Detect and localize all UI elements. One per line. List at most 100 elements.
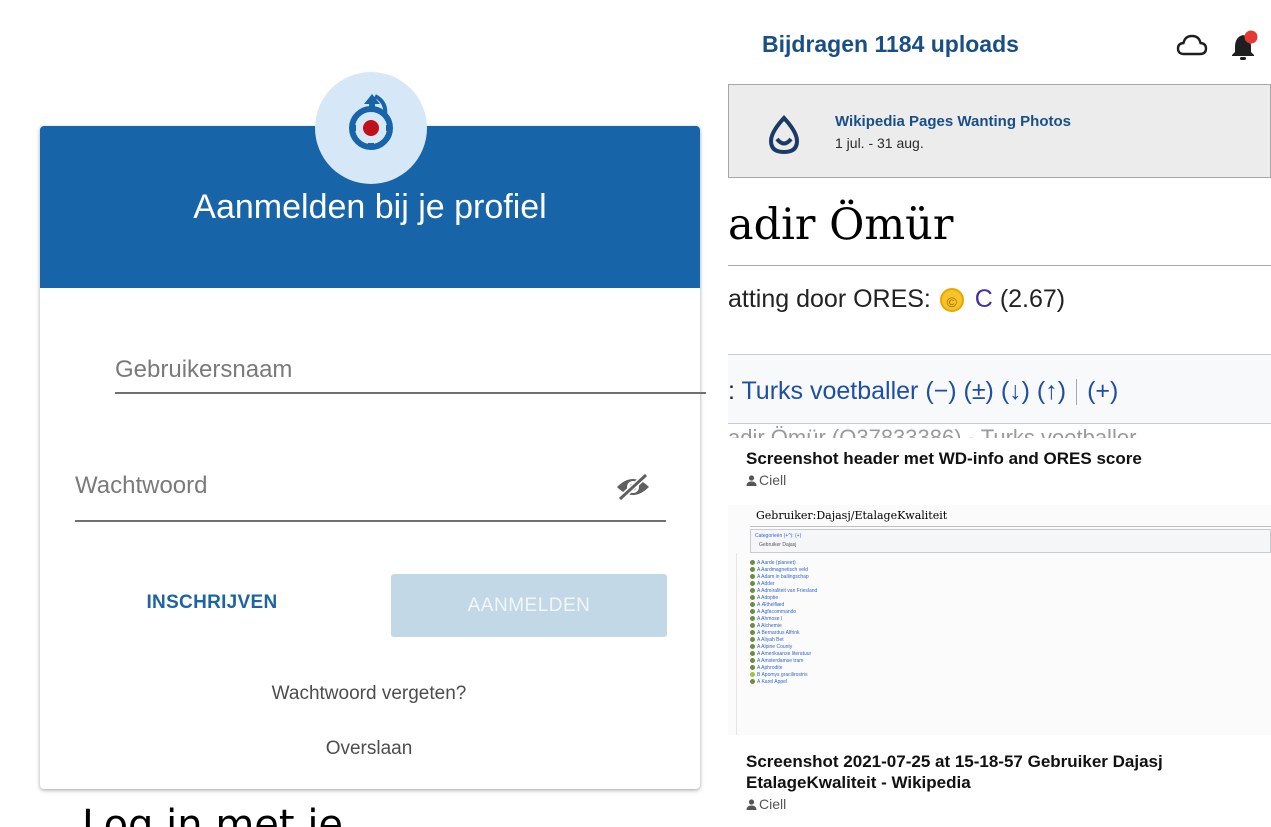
thumb-list-item: A Aliyah Bet xyxy=(750,637,950,644)
thumb-list-item: A Amsterdamse tram xyxy=(750,658,950,665)
campaign-drop-icon xyxy=(767,115,801,160)
star-icon xyxy=(750,658,755,664)
thumb-list-label: A Bernardus Alfrink xyxy=(757,630,800,636)
thumb-list-label: A Adam in ballingschap xyxy=(757,574,809,580)
thumb-list-label: A Karel Appel xyxy=(757,679,788,685)
upload-title-1[interactable]: Screenshot header met WD-info and ORES s… xyxy=(746,448,1246,469)
thumb-list-item: A Karel Appel xyxy=(750,679,950,686)
thumb-list-label: A Aliyah Bet xyxy=(757,637,784,643)
thumb-list-item: A Bernardus Alfrink xyxy=(750,630,950,637)
star-icon xyxy=(750,560,755,566)
star-icon xyxy=(750,651,755,657)
upload-author-name-2: Ciell xyxy=(759,796,787,812)
star-icon xyxy=(750,574,755,580)
category-add: (+) xyxy=(1087,377,1119,405)
thumb-list-label: A Agfacommando xyxy=(757,609,797,615)
thumb-list-item: A Alchemie xyxy=(750,623,950,630)
thumb-list-item: A Aardmagnetisch veld xyxy=(750,567,950,574)
login-with-text: Log in met je xyxy=(82,802,344,827)
star-icon xyxy=(750,609,755,615)
thumb-list-item: A Aarde (planeet) xyxy=(750,560,950,567)
thumb-list-item: A Adam in ballingschap xyxy=(750,574,950,581)
star-icon xyxy=(750,623,755,629)
upload-title-2[interactable]: Screenshot 2021-07-25 at 15-18-57 Gebrui… xyxy=(746,751,1246,793)
campaign-title: Wikipedia Pages Wanting Photos xyxy=(835,113,1072,130)
star-icon xyxy=(750,581,755,587)
thumb-category-box: Categorieën (+^): (+) Gebruiker Dajasj xyxy=(750,529,1271,553)
thumb-list-label: A Admiraliteit van Friesland xyxy=(757,588,818,594)
thumb-list-label: A Amerikaanse literatuur xyxy=(757,651,812,657)
star-icon xyxy=(750,665,755,671)
star-icon xyxy=(750,567,755,573)
cloud-icon[interactable] xyxy=(1176,33,1208,62)
thumb-list-label: A Aphrodite xyxy=(757,665,783,671)
upload-author-2: Ciell xyxy=(746,796,786,813)
star-icon xyxy=(750,630,755,636)
star-icon xyxy=(750,644,755,650)
thumb-list-item: A Amerikaanse literatuur xyxy=(750,651,950,658)
password-field[interactable]: Wachtwoord xyxy=(75,472,666,522)
thumb-list-item: A Æthelflæd xyxy=(750,602,950,609)
category-name: Turks voetballer (−) (±) (↓) (↑) xyxy=(741,377,1067,405)
category-prefix: : xyxy=(728,377,735,405)
upload-thumbnail-2[interactable]: Gebruiker:Dajasj/EtalageKwaliteit Catego… xyxy=(728,505,1271,735)
thumb-category-line-1: Categorieën (+^): (+) xyxy=(755,533,802,539)
thumb-list-label: A Amsterdamse tram xyxy=(757,658,804,664)
star-icon xyxy=(750,637,755,643)
login-button[interactable]: AANMELDEN xyxy=(391,574,667,637)
thumb-list-label: A Adder xyxy=(757,581,775,587)
thumb-list-item: A Admiraliteit van Friesland xyxy=(750,588,950,595)
thumb-list-item: A Agfacommando xyxy=(750,609,950,616)
register-button[interactable]: INSCHRIJVEN xyxy=(132,592,292,614)
upload-author-name-1: Ciell xyxy=(759,472,787,488)
thumb-list-item: A Adder xyxy=(750,581,950,588)
person-icon xyxy=(746,797,757,813)
campaign-dates: 1 jul. - 31 aug. xyxy=(835,135,924,151)
thumb-list-label: A Ahmose I xyxy=(757,616,783,622)
person-icon xyxy=(746,473,757,489)
thumb-article-list: A Aarde (planeet) A Aardmagnetisch veld A … xyxy=(750,560,950,686)
username-field[interactable]: Gebruikersnaam xyxy=(115,356,706,394)
ores-prefix: atting door ORES: xyxy=(728,285,931,313)
category-line: : Turks voetballer (−) (±) (↓) (↑) (+) xyxy=(728,377,1118,406)
contributions-screen: Bijdragen 1184 uploads Wikipedia Pages W… xyxy=(728,0,1271,827)
skip-link[interactable]: Overslaan xyxy=(0,738,738,760)
forgot-password-link[interactable]: Wachtwoord vergeten? xyxy=(0,683,738,705)
app-root: Aanmelden bij je profiel Gebruikersnaam xyxy=(0,0,1271,827)
thumb-list-label: A Alchemie xyxy=(757,623,782,629)
login-screen: Aanmelden bij je profiel Gebruikersnaam xyxy=(0,0,728,827)
ores-rating: atting door ORES: © C (2.67) xyxy=(728,285,1065,314)
thumb-category-line-2: Gebruiker Dajasj xyxy=(759,542,797,548)
star-icon xyxy=(750,672,755,678)
star-icon xyxy=(750,588,755,594)
thumb-list-item: A Aphrodite xyxy=(750,665,950,672)
star-icon xyxy=(750,679,755,685)
ores-score: (2.67) xyxy=(999,285,1066,313)
separator xyxy=(1076,379,1078,406)
divider xyxy=(736,553,737,735)
contributions-title: Bijdragen 1184 uploads xyxy=(762,31,1019,57)
bell-icon[interactable] xyxy=(1230,30,1260,67)
thumb-list-item: A Adoptie xyxy=(750,595,950,602)
thumb-list-item: A Alpine County xyxy=(750,644,950,651)
thumb-list-item: B Apomys gracilirostris xyxy=(750,672,950,679)
thumb-list-label: A Æthelflæd xyxy=(757,602,785,608)
upload-thumbnail-1[interactable]: adir Ömür atting door ORES: © C (2.67) :… xyxy=(728,182,1271,438)
star-icon xyxy=(750,602,755,608)
thumb-list-label: A Aarde (planeet) xyxy=(757,560,796,566)
divider xyxy=(750,526,1271,527)
copyright-badge-icon: © xyxy=(939,288,964,313)
campaign-card[interactable]: Wikipedia Pages Wanting Photos 1 jul. - … xyxy=(728,84,1271,178)
thumb-list-label: A Aardmagnetisch veld xyxy=(757,567,808,573)
thumb-list-item: A Ahmose I xyxy=(750,616,950,623)
eye-off-icon[interactable] xyxy=(614,472,652,507)
wikimedia-commons-logo-icon xyxy=(315,72,427,184)
thumb-list-label: A Alpine County xyxy=(757,644,793,650)
star-icon xyxy=(750,595,755,601)
upload-author-1: Ciell xyxy=(746,472,786,489)
category-box: : Turks voetballer (−) (±) (↓) (↑) (+) xyxy=(728,354,1271,424)
thumb-list-label: A Adoptie xyxy=(757,595,779,601)
star-icon xyxy=(750,616,755,622)
ores-grade: C xyxy=(974,285,993,313)
login-title: Aanmelden bij je profiel xyxy=(193,188,547,226)
